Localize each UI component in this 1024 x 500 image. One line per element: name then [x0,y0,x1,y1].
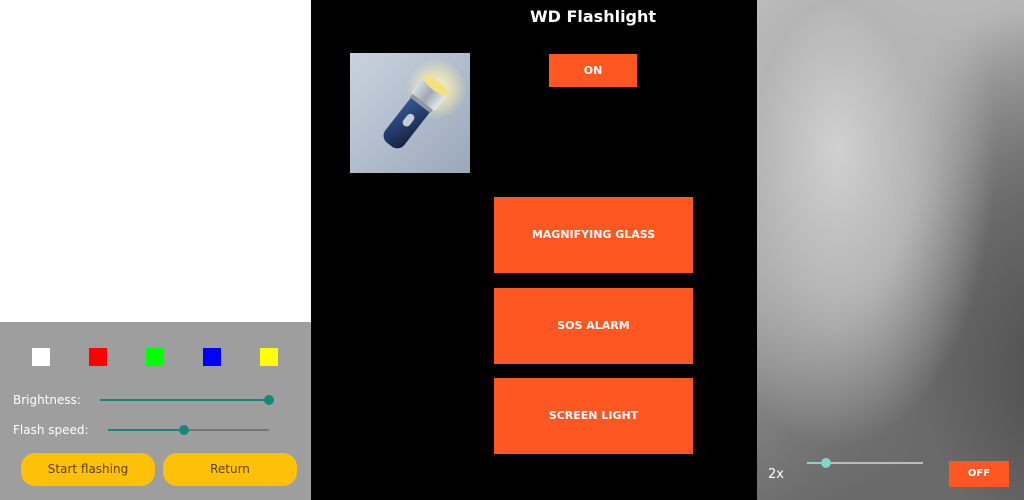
brightness-slider-fill [100,399,269,401]
flash-speed-slider-fill [108,429,184,431]
sos-alarm-button[interactable]: SOS ALARM [494,288,693,364]
color-swatch-green[interactable] [146,348,164,366]
main-panel: WD Flashlight ON MAGNIFYING GLASS SOS AL… [311,0,757,500]
color-swatch-white[interactable] [32,348,50,366]
screen-light-button[interactable]: SCREEN LIGHT [494,378,693,454]
color-swatch-blue[interactable] [203,348,221,366]
magnifier-off-button[interactable]: OFF [949,461,1009,487]
brightness-slider-thumb[interactable] [264,395,274,405]
flash-speed-label: Flash speed: [13,423,89,437]
color-swatch-yellow[interactable] [260,348,278,366]
screen-light-controls: Brightness: Flash speed: Start flashing … [0,322,311,500]
screen-light-panel: Brightness: Flash speed: Start flashing … [0,0,311,500]
brightness-label: Brightness: [13,393,81,407]
flashlight-illustration [383,59,466,149]
flashlight-icon [350,53,470,173]
magnifier-camera-view: 2x OFF [757,0,1024,500]
zoom-level-label: 2x [768,467,784,482]
return-button[interactable]: Return [163,453,297,486]
flash-speed-slider-thumb[interactable] [178,425,189,435]
color-swatch-red[interactable] [89,348,107,366]
zoom-slider-thumb[interactable] [820,458,831,468]
magnifying-glass-button[interactable]: MAGNIFYING GLASS [494,197,693,273]
flashlight-on-button[interactable]: ON [549,54,637,87]
start-flashing-button[interactable]: Start flashing [21,453,155,486]
